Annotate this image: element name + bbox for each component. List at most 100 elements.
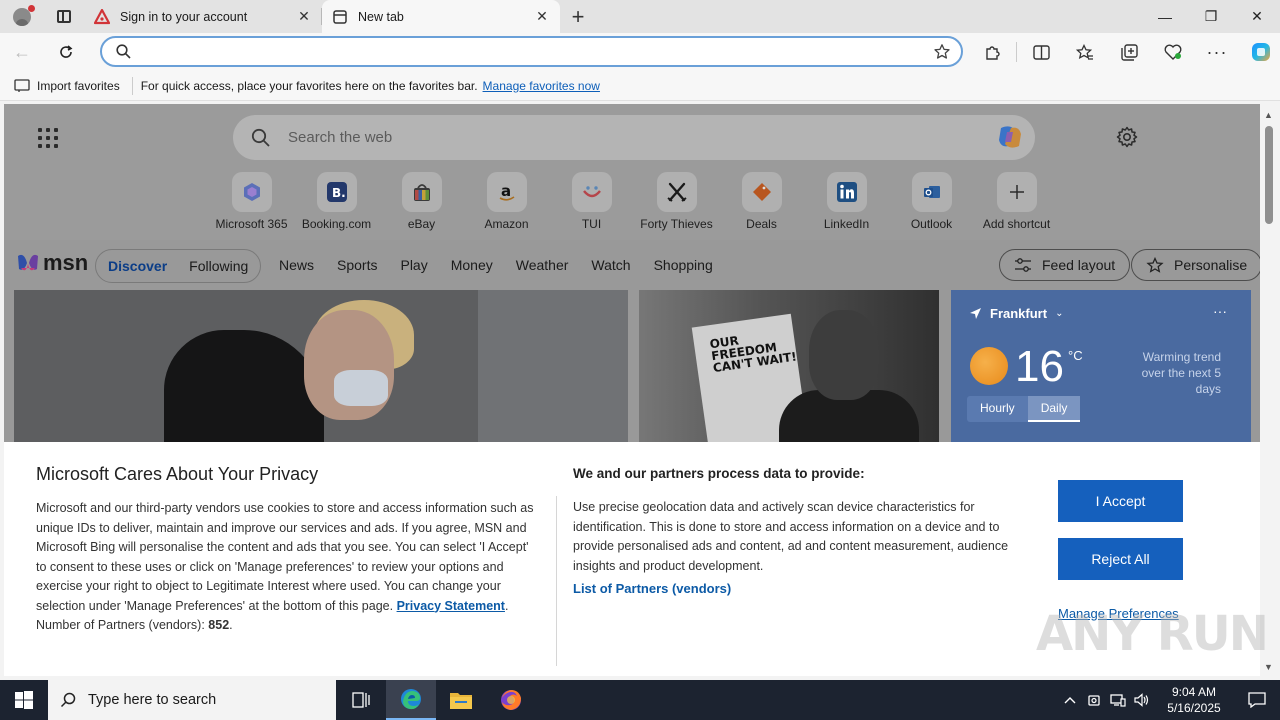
restore-icon[interactable]: ❐ xyxy=(1188,0,1234,33)
shortcut-add[interactable]: Add shortcut xyxy=(974,172,1059,231)
network-icon[interactable] xyxy=(1106,693,1130,707)
tab-actions-button[interactable] xyxy=(44,0,84,33)
search-icon xyxy=(116,44,131,59)
shortcut-deals[interactable]: Deals xyxy=(719,172,804,231)
shortcut-booking[interactable]: B. Booking.com xyxy=(294,172,379,231)
msn-butterfly-icon xyxy=(18,254,38,271)
taskbar-search[interactable]: Type here to search xyxy=(48,680,336,720)
reject-all-button[interactable]: Reject All xyxy=(1058,538,1183,580)
ms-signin-favicon-icon xyxy=(94,8,110,25)
accept-button[interactable]: I Accept xyxy=(1058,480,1183,522)
taskbar-firefox[interactable] xyxy=(486,680,536,720)
security-tray-icon[interactable] xyxy=(1082,693,1106,707)
weather-tab-daily[interactable]: Daily xyxy=(1027,396,1081,422)
feed-tabs: Discover Following xyxy=(95,249,262,283)
volume-icon[interactable] xyxy=(1130,693,1154,707)
task-view-button[interactable] xyxy=(336,680,386,720)
scroll-up-icon[interactable]: ▲ xyxy=(1264,110,1273,120)
shortcut-microsoft-365[interactable]: Microsoft 365 xyxy=(209,172,294,231)
notifications-button[interactable] xyxy=(1234,692,1280,708)
tab-sign-in[interactable]: Sign in to your account ✕ xyxy=(84,0,322,33)
refresh-button[interactable] xyxy=(44,33,88,71)
tab-following[interactable]: Following xyxy=(189,258,248,274)
shortcut-amazon[interactable]: a Amazon xyxy=(464,172,549,231)
back-button[interactable]: ← xyxy=(0,33,44,71)
web-search-box[interactable]: Search the web xyxy=(233,115,1035,160)
import-favorites-button[interactable]: Import favorites xyxy=(14,76,133,95)
shortcut-outlook[interactable]: Outlook xyxy=(889,172,974,231)
close-tab-icon[interactable]: ✕ xyxy=(296,8,312,25)
address-bar[interactable] xyxy=(100,36,963,67)
shortcut-forty-thieves[interactable]: Forty Thieves xyxy=(634,172,719,231)
browser-toolbar: ← ··· xyxy=(0,33,1280,71)
taskbar-file-explorer[interactable] xyxy=(436,680,486,720)
shortcut-ebay[interactable]: eBay xyxy=(379,172,464,231)
personalise-button[interactable]: Personalise xyxy=(1131,249,1260,281)
notification-icon xyxy=(1248,692,1266,708)
collections-icon[interactable] xyxy=(1107,33,1151,71)
weather-more-icon[interactable]: ··· xyxy=(1213,303,1227,319)
feed-layout-button[interactable]: Feed layout xyxy=(999,249,1131,281)
copilot-icon[interactable] xyxy=(1239,33,1280,71)
split-screen-icon[interactable] xyxy=(1019,33,1063,71)
shortcut-label: Microsoft 365 xyxy=(215,217,288,231)
taskbar-edge[interactable] xyxy=(386,680,436,720)
msn-logo[interactable]: msn xyxy=(16,250,88,276)
nav-play[interactable]: Play xyxy=(400,257,427,273)
taskbar-clock[interactable]: 9:04 AM 5/16/2025 xyxy=(1154,684,1234,716)
partners-count-label: Number of Partners (vendors): xyxy=(36,618,205,632)
more-menu-icon[interactable]: ··· xyxy=(1195,33,1239,71)
start-button[interactable] xyxy=(0,680,48,720)
performance-heart-icon[interactable] xyxy=(1151,33,1195,71)
extensions-icon[interactable] xyxy=(970,33,1014,71)
tab-strip: Sign in to your account ✕ New tab ✕ + — … xyxy=(0,0,1280,33)
data-processing-title: We and our partners process data to prov… xyxy=(573,466,865,481)
shortcut-linkedin[interactable]: LinkedIn xyxy=(804,172,889,231)
weather-trend-line1: Warming trend xyxy=(1142,350,1221,364)
import-icon xyxy=(14,78,30,92)
scrollbar-thumb[interactable] xyxy=(1265,126,1273,224)
close-tab-icon[interactable]: ✕ xyxy=(534,8,550,25)
weather-location[interactable]: Frankfurt ⌄ xyxy=(969,306,1063,321)
favorites-icon[interactable] xyxy=(1063,33,1107,71)
weather-city: Frankfurt xyxy=(990,306,1048,321)
scroll-down-icon[interactable]: ▼ xyxy=(1264,662,1273,672)
shortcut-label: Deals xyxy=(746,217,777,231)
settings-gear-icon[interactable] xyxy=(1116,126,1138,148)
tab-title: Sign in to your account xyxy=(120,9,248,24)
copilot-search-icon[interactable] xyxy=(995,122,1025,152)
svg-text:a: a xyxy=(501,182,511,200)
address-input[interactable] xyxy=(141,44,933,59)
nav-watch[interactable]: Watch xyxy=(591,257,630,273)
task-view-icon xyxy=(352,692,370,708)
import-favorites-label: Import favorites xyxy=(37,78,120,93)
firefox-icon xyxy=(501,690,521,710)
plus-icon xyxy=(1009,185,1024,199)
profile-button[interactable] xyxy=(0,0,44,33)
app-launcher-icon[interactable] xyxy=(38,128,58,148)
sunny-weather-icon xyxy=(970,347,1008,385)
tab-discover[interactable]: Discover xyxy=(108,258,167,274)
microsoft-365-icon xyxy=(243,183,260,201)
privacy-statement-link[interactable]: Privacy Statement xyxy=(397,599,505,613)
forty-thieves-icon xyxy=(666,182,687,202)
page-scrollbar[interactable]: ▲ ▼ xyxy=(1260,104,1280,676)
shortcut-tui[interactable]: TUI xyxy=(549,172,634,231)
weather-unit: °C xyxy=(1068,348,1083,363)
list-of-partners-link[interactable]: List of Partners (vendors) xyxy=(573,581,731,596)
new-tab-button[interactable]: + xyxy=(560,0,596,33)
close-window-icon[interactable]: ✕ xyxy=(1234,0,1280,33)
nav-money[interactable]: Money xyxy=(451,257,493,273)
nav-weather[interactable]: Weather xyxy=(516,257,569,273)
tui-icon xyxy=(582,186,601,198)
star-favorite-icon[interactable] xyxy=(933,43,951,61)
nav-sports[interactable]: Sports xyxy=(337,257,377,273)
manage-favorites-link[interactable]: Manage favorites now xyxy=(483,79,600,93)
nav-shopping[interactable]: Shopping xyxy=(654,257,713,273)
minimize-icon[interactable]: — xyxy=(1142,0,1188,33)
deals-icon xyxy=(752,183,771,201)
tab-new-tab[interactable]: New tab ✕ xyxy=(322,0,560,33)
tray-overflow-icon[interactable] xyxy=(1058,696,1082,704)
weather-tab-hourly[interactable]: Hourly xyxy=(967,396,1028,422)
nav-news[interactable]: News xyxy=(279,257,314,273)
